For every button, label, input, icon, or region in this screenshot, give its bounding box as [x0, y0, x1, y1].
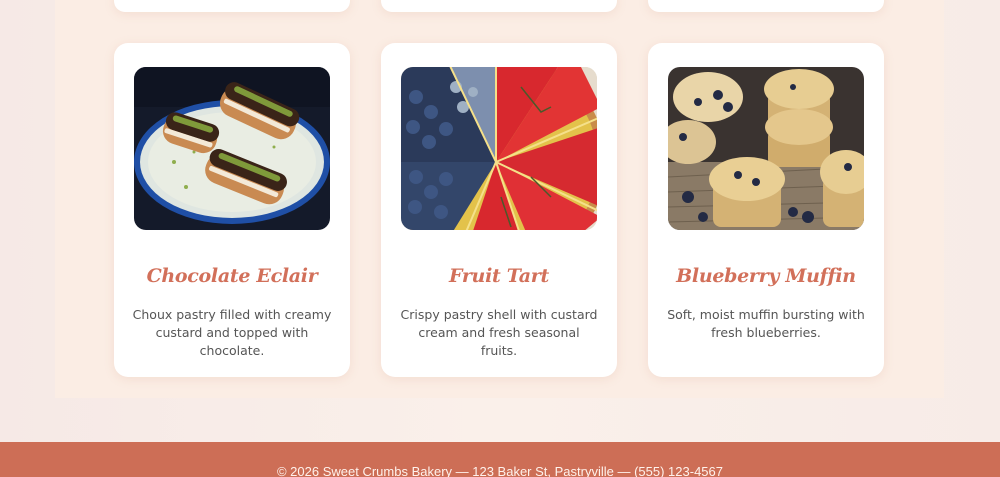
- chocolate-eclair-photo: [134, 67, 330, 230]
- footer-text: © 2026 Sweet Crumbs Bakery — 123 Baker S…: [276, 464, 723, 477]
- page: Chocolate Eclair Choux pastry filled wit…: [0, 0, 1000, 477]
- product-card-chocolate-eclair: Chocolate Eclair Choux pastry filled wit…: [114, 43, 350, 377]
- product-description: Choux pastry filled with creamy custard …: [132, 307, 332, 358]
- product-card-prev: [114, 0, 350, 12]
- product-card-prev: [648, 0, 884, 12]
- product-description: Crispy pastry shell with custard cream a…: [400, 307, 598, 358]
- product-card-fruit-tart: Fruit Tart Crispy pastry shell with cust…: [381, 43, 617, 377]
- blueberry-muffin-photo: [668, 67, 864, 230]
- product-title: Fruit Tart: [448, 265, 549, 287]
- product-card-blueberry-muffin: Blueberry Muffin Soft, moist muffin burs…: [648, 43, 884, 377]
- site-footer: © 2026 Sweet Crumbs Bakery — 123 Baker S…: [0, 442, 1000, 477]
- fruit-tart-photo: [401, 67, 597, 230]
- product-title: Chocolate Eclair: [146, 265, 318, 287]
- product-card-prev: [381, 0, 617, 12]
- product-title: Blueberry Muffin: [676, 265, 856, 287]
- product-description: Soft, moist muffin bursting with fresh b…: [667, 307, 865, 340]
